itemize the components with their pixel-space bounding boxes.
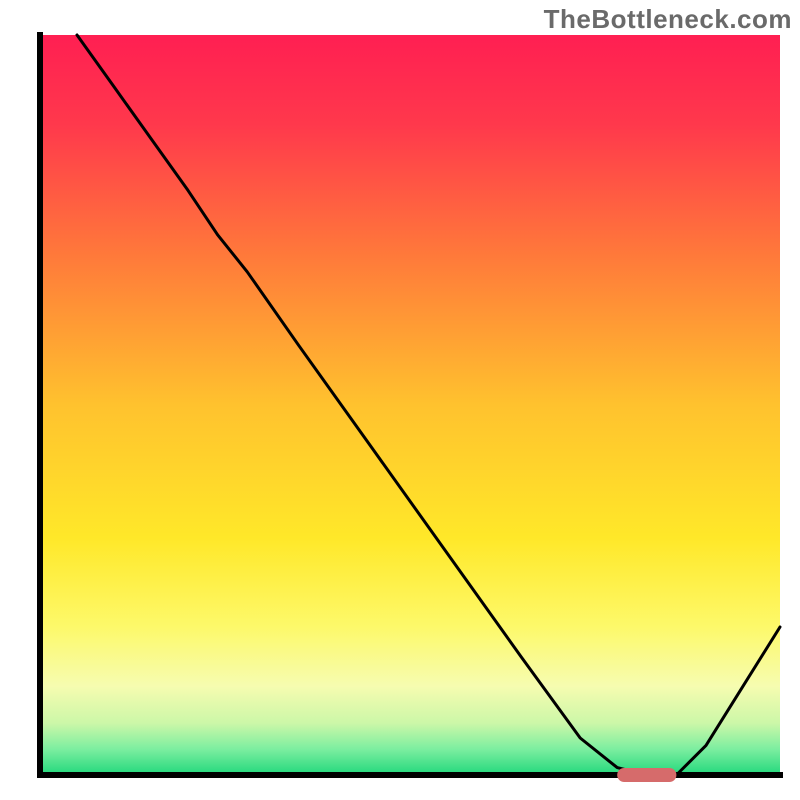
watermark-text: TheBottleneck.com xyxy=(544,4,792,35)
plot-background xyxy=(40,35,780,775)
chart-stage: TheBottleneck.com xyxy=(0,0,800,800)
optimum-marker xyxy=(617,768,676,782)
bottleneck-chart xyxy=(0,0,800,800)
